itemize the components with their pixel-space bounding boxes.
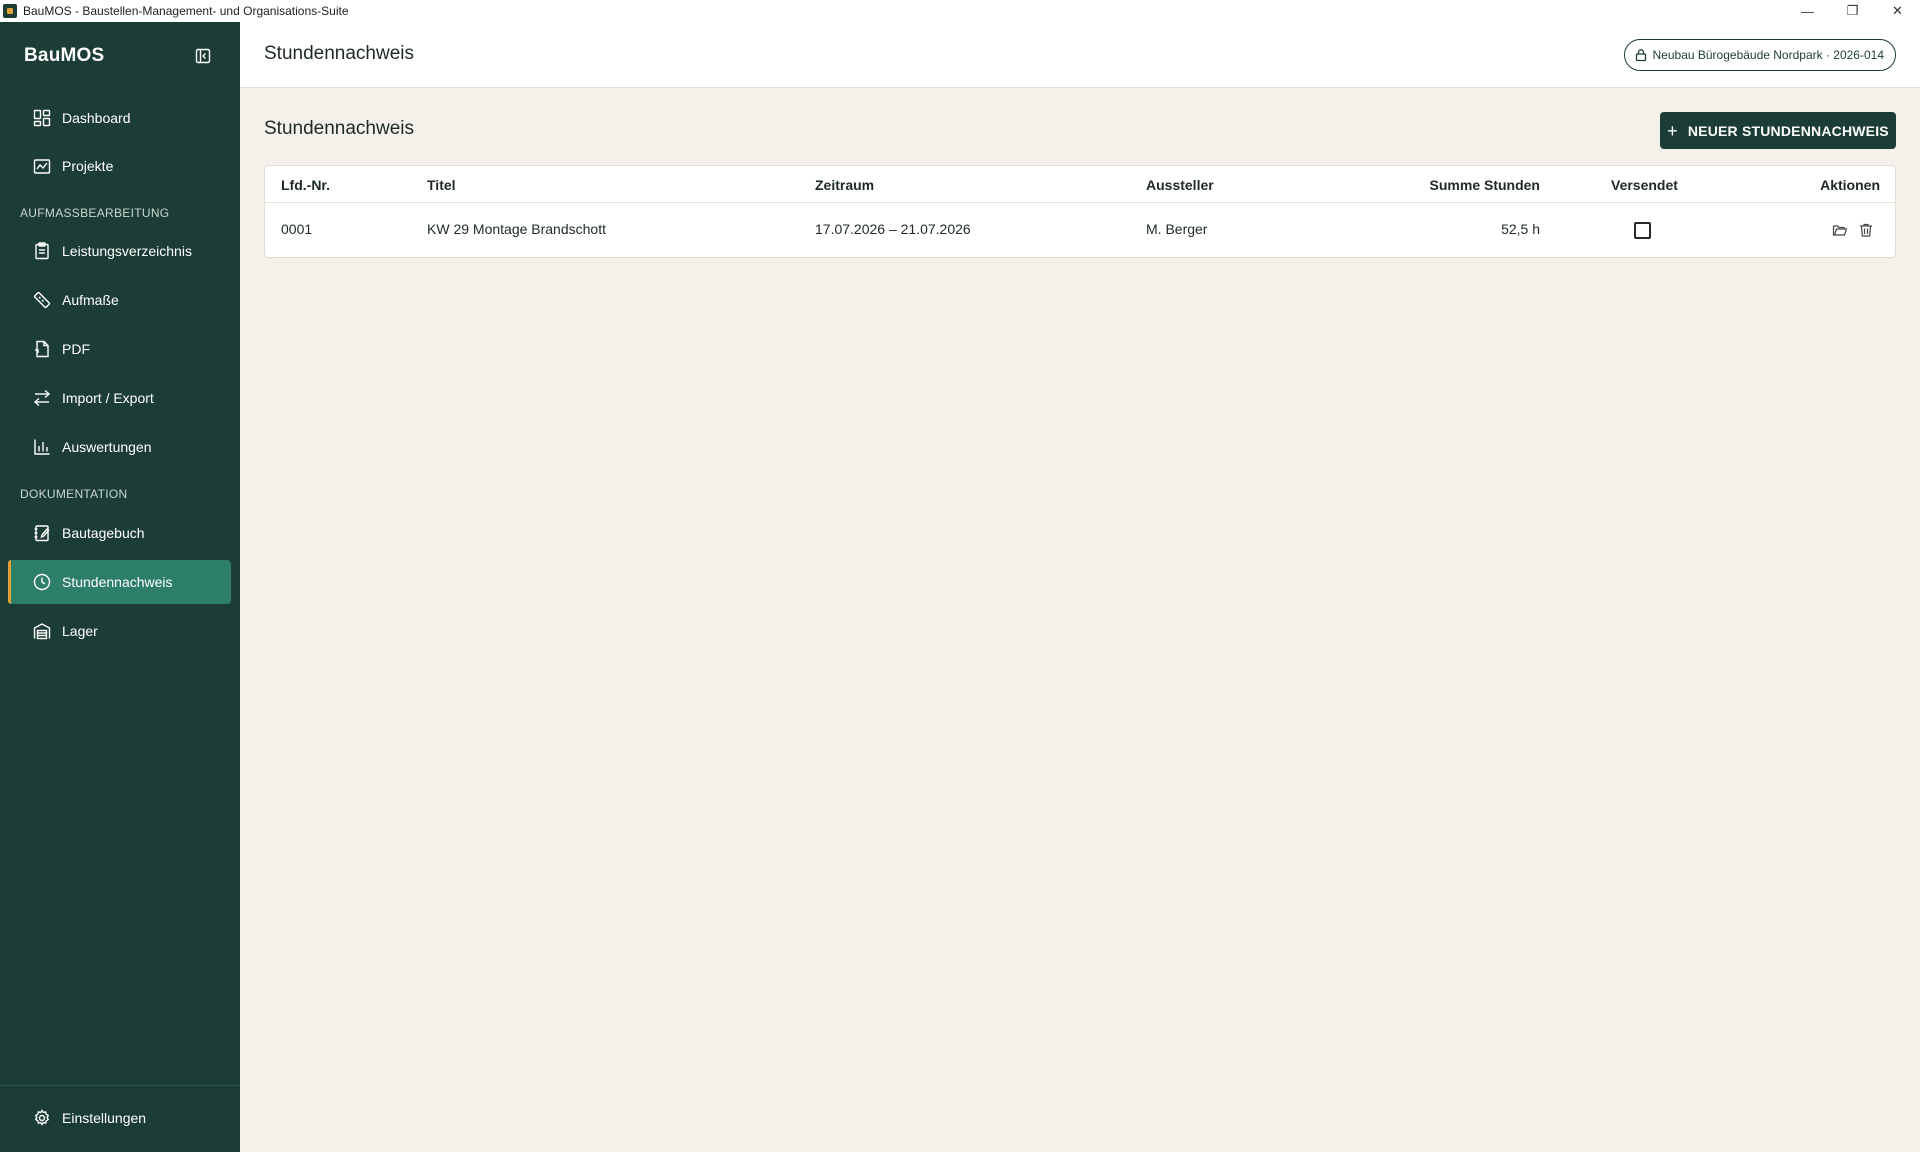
page-header: Stundennachweis Neubau Bürogebäude Nordp… [240,22,1920,88]
sidebar-item-import-export[interactable]: Import / Export [8,376,231,420]
cell-aussteller: M. Berger [1146,221,1208,237]
sidebar-item-label: PDF [62,341,90,357]
new-stundennachweis-button[interactable]: + NEUER STUNDENNACHWEIS [1660,112,1896,149]
sidebar-item-stundennachweis[interactable]: Stundennachweis [8,560,231,604]
cell-nr: 0001 [281,221,313,237]
dashboard-icon [32,108,52,128]
sidebar-item-label: Auswertungen [62,439,152,455]
sidebar-item-label: Dashboard [62,110,131,126]
pdf-icon [32,339,52,359]
window-controls: — ❐ ✕ [1785,0,1920,22]
sidebar-item-label: Projekte [62,158,114,174]
column-header-aktionen: Aktionen [1820,177,1880,193]
column-header-aussteller[interactable]: Aussteller [1146,177,1214,193]
clock-icon [32,572,52,592]
sidebar-brand-row: BauMOS [0,22,240,89]
sidebar-item-dashboard[interactable]: Dashboard [8,96,231,140]
sidebar-item-aufmasse[interactable]: Aufmaße [8,278,231,322]
warehouse-icon [32,621,52,641]
project-selector[interactable]: Neubau Bürogebäude Nordpark · 2026-014 [1623,39,1896,71]
sidebar-item-label: Stundennachweis [62,574,173,590]
close-button[interactable]: ✕ [1875,0,1920,22]
minimize-button[interactable]: — [1785,0,1830,22]
section-heading-aufmass: AUFMASSBEARBEITUNG [20,206,170,220]
sidebar-item-pdf[interactable]: PDF [8,327,231,371]
lock-icon [1634,48,1648,62]
column-header-nr[interactable]: Lfd.-Nr. [281,177,330,193]
section-title: Stundennachweis [264,118,414,139]
sidebar-divider [0,1085,240,1086]
sidebar-item-label: Aufmaße [62,292,119,308]
sidebar-collapse-icon[interactable] [194,47,212,65]
project-name: Neubau Bürogebäude Nordpark · 2026-014 [1652,48,1885,62]
notebook-icon [32,523,52,543]
ruler-icon [32,290,52,310]
plus-icon: + [1667,120,1678,141]
table-header: Lfd.-Nr. Titel Zeitraum Aussteller Summe… [265,166,1895,203]
sidebar-item-bautagebuch[interactable]: Bautagebuch [8,511,231,555]
sidebar-item-leistungsverzeichnis[interactable]: Leistungsverzeichnis [8,229,231,273]
sidebar-item-einstellungen[interactable]: Einstellungen [8,1096,231,1140]
import-export-icon [32,388,52,408]
window-titlebar: BauMOS - Baustellen-Management- und Orga… [0,0,1920,22]
column-header-summe[interactable]: Summe Stunden [1430,177,1540,193]
sidebar-item-lager[interactable]: Lager [8,609,231,653]
column-header-titel[interactable]: Titel [427,177,456,193]
column-header-versendet[interactable]: Versendet [1611,177,1678,193]
window-title: BauMOS - Baustellen-Management- und Orga… [23,4,349,18]
clipboard-icon [32,241,52,261]
app-logo-icon [3,4,17,18]
sidebar-item-projekte[interactable]: Projekte [8,144,231,188]
column-header-zeitraum[interactable]: Zeitraum [815,177,874,193]
brand-name: BauMOS [24,44,105,66]
cell-summe: 52,5 h [1501,221,1540,237]
gear-icon [32,1108,52,1128]
projects-icon [32,156,52,176]
sidebar-item-label: Import / Export [62,390,154,406]
sidebar-item-label: Leistungsverzeichnis [62,243,192,259]
chart-icon [32,437,52,457]
delete-icon[interactable] [1857,221,1875,239]
versendet-checkbox[interactable] [1634,222,1651,239]
page-title: Stundennachweis [264,43,414,64]
section-heading-dokumentation: DOKUMENTATION [20,487,128,501]
sidebar-item-label: Einstellungen [62,1110,147,1126]
cell-zeitraum: 17.07.2026 – 21.07.2026 [815,221,971,237]
open-folder-icon[interactable] [1831,221,1849,239]
cell-titel: KW 29 Montage Brandschott [427,221,606,237]
sidebar-item-label: Bautagebuch [62,525,145,541]
new-button-label: NEUER STUNDENNACHWEIS [1687,122,1889,139]
restore-button[interactable]: ❐ [1830,0,1875,22]
stundennachweis-table: Lfd.-Nr. Titel Zeitraum Aussteller Summe… [264,165,1896,258]
sidebar: BauMOS Dashboard Projekte AUFMASSBEARBEI… [0,22,240,1152]
sidebar-item-auswertungen[interactable]: Auswertungen [8,425,231,469]
sidebar-item-label: Lager [62,623,98,639]
